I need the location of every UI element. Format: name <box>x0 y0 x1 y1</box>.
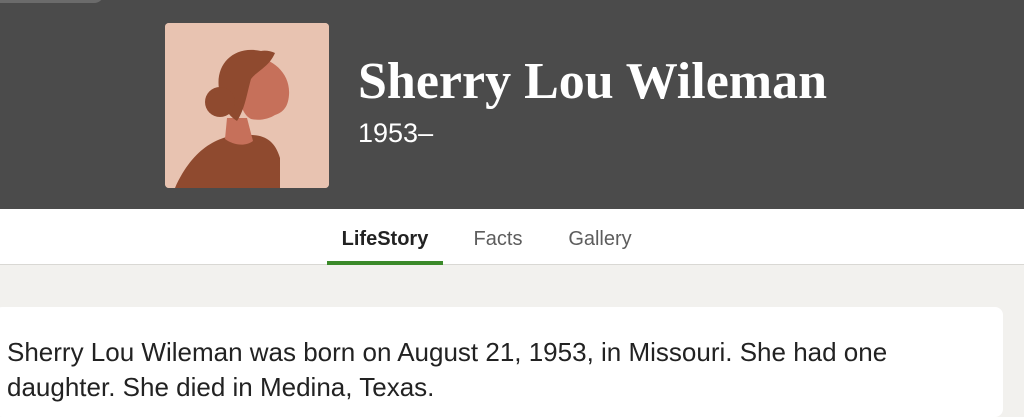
tab-lifestory[interactable]: LifeStory <box>327 209 443 265</box>
woman-silhouette-icon <box>165 23 329 188</box>
tab-facts-label: Facts <box>473 228 523 250</box>
profile-tabs: LifeStory Facts Gallery <box>0 209 1024 265</box>
avatar <box>165 23 329 188</box>
tab-gallery-label: Gallery <box>568 228 632 250</box>
person-dates: 1953– <box>358 118 434 148</box>
lifestory-text: Sherry Lou Wileman was born on August 21… <box>7 337 888 402</box>
tab-lifestory-label: LifeStory <box>341 228 429 250</box>
tab-gallery[interactable]: Gallery <box>552 209 648 264</box>
active-tab-indicator <box>327 261 443 265</box>
top-nav-pill[interactable] <box>0 0 104 3</box>
profile-header: Sherry Lou Wileman 1953– <box>0 0 1024 209</box>
tab-facts[interactable]: Facts <box>458 209 538 264</box>
person-name: Sherry Lou Wileman <box>358 53 828 110</box>
